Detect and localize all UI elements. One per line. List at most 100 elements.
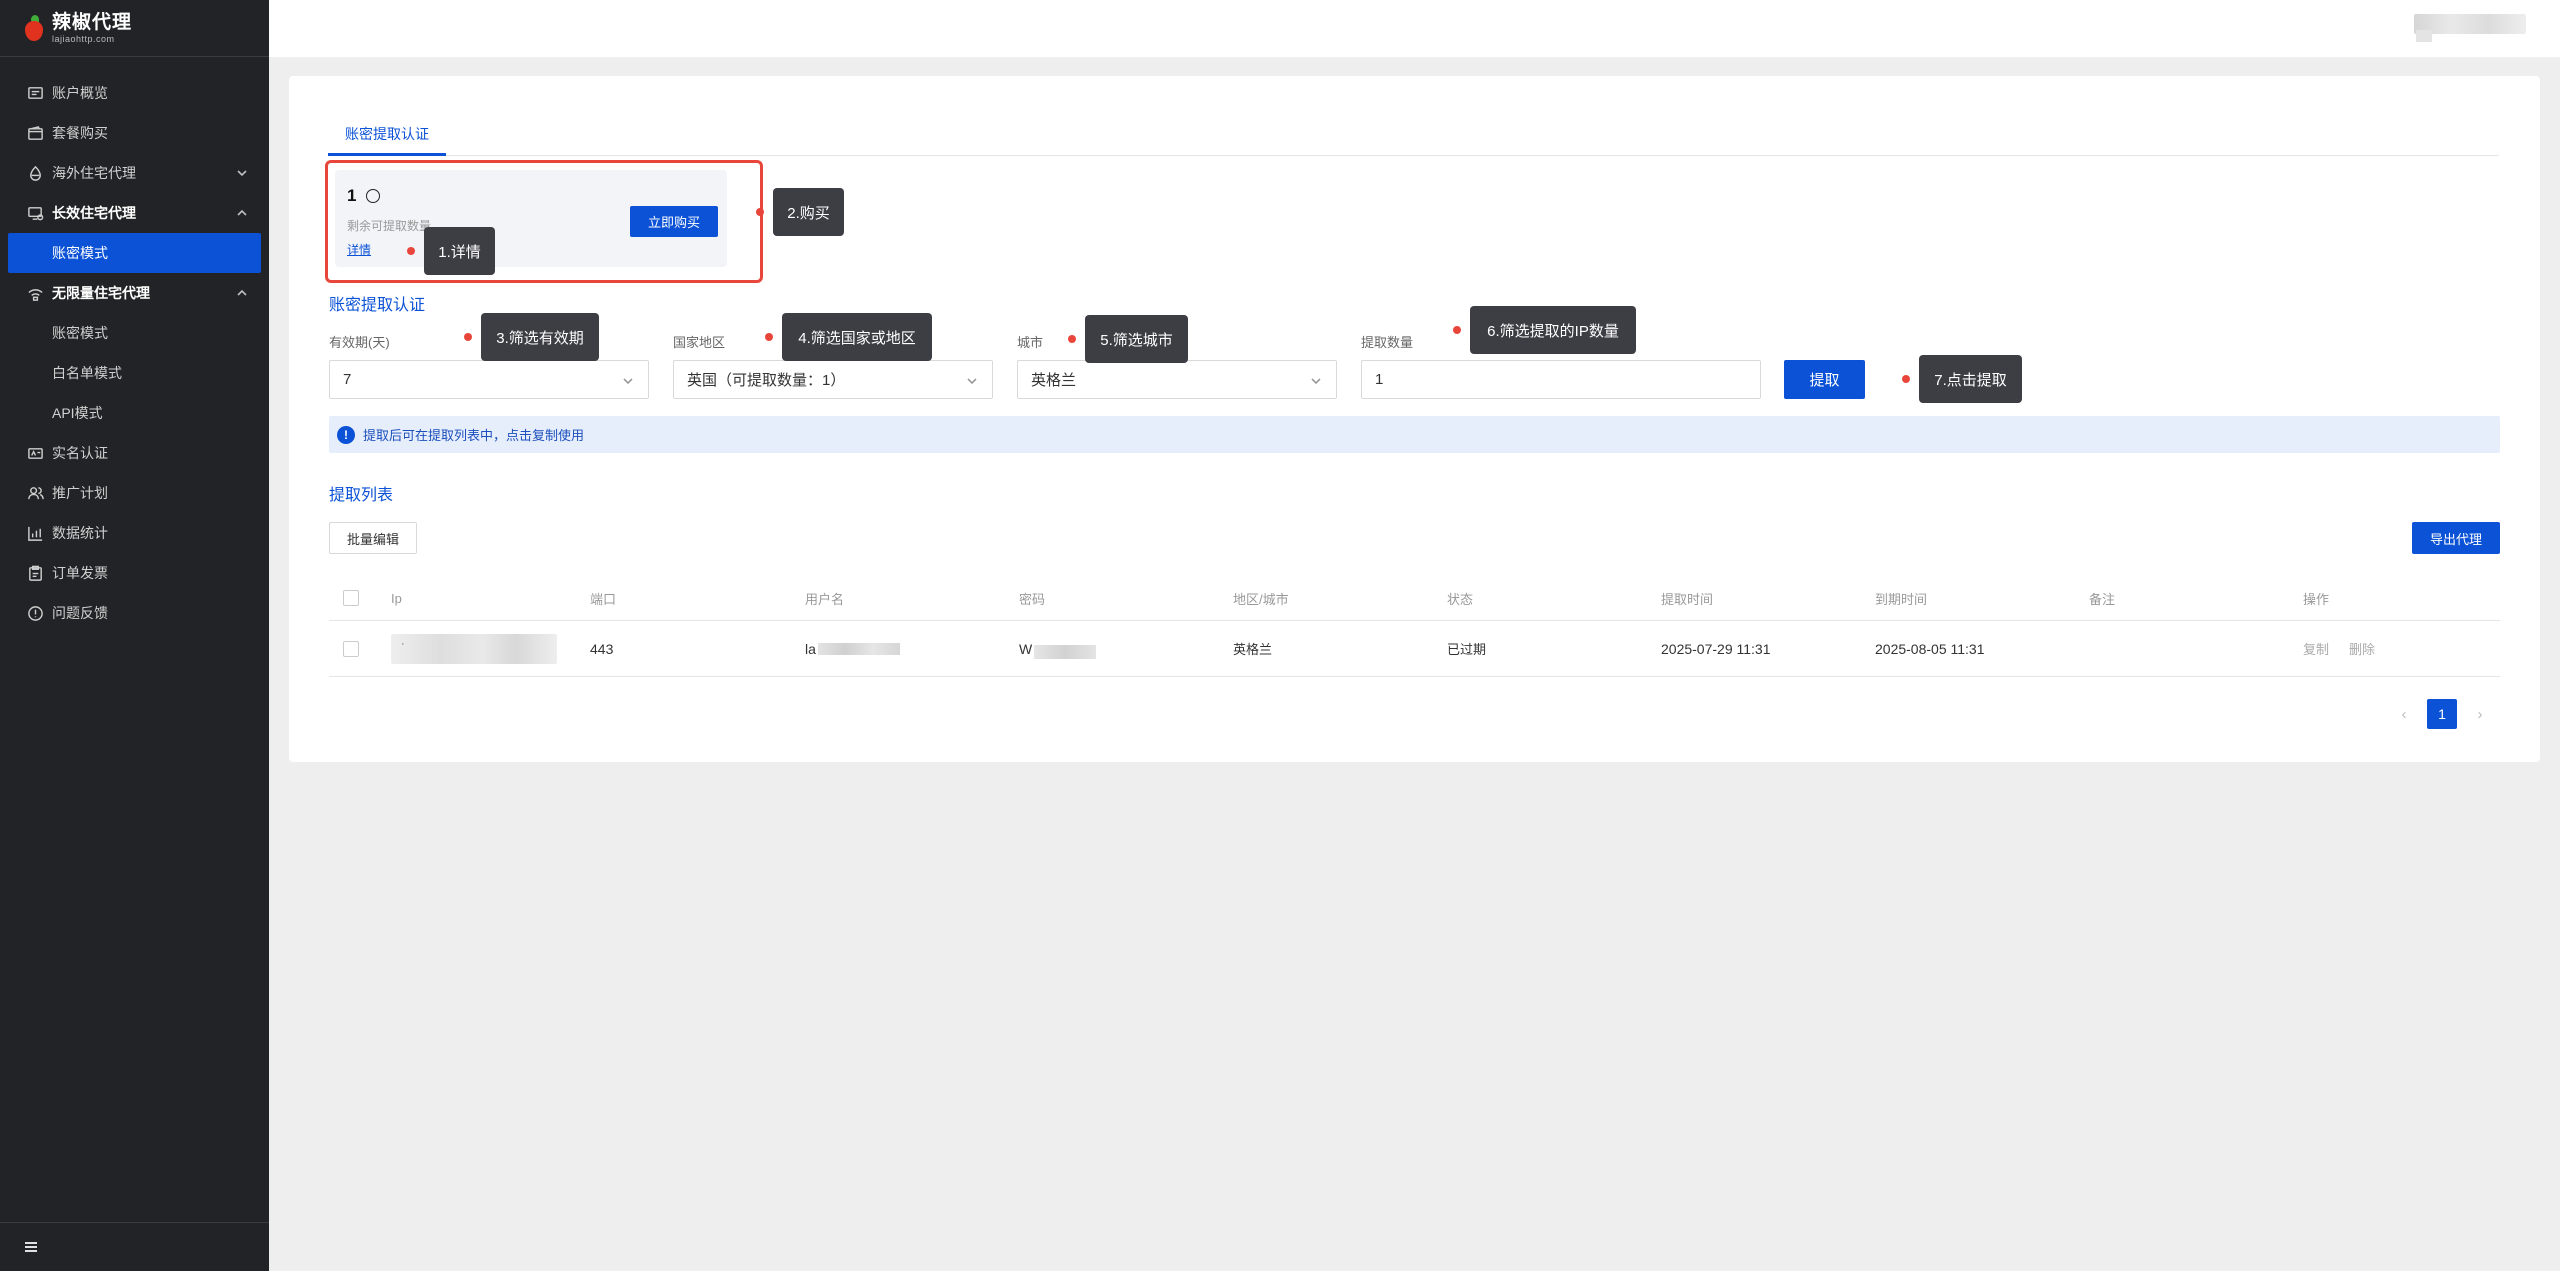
collapse-menu-button[interactable] xyxy=(0,1222,269,1271)
col-actions: 操作 xyxy=(2303,591,2330,607)
bar-chart-icon xyxy=(26,524,44,542)
chevron-down-icon xyxy=(966,374,978,386)
extract-table: Ip 端口 用户名 密码 地区/城市 状态 提取时间 到期时间 备注 操作 · … xyxy=(329,576,2500,677)
sidebar-menu: 账户概览 套餐购买 海外住宅代理 长效住宅代理 账密模式 无限量住宅代理 账密模… xyxy=(0,57,269,633)
alert-icon xyxy=(26,604,44,622)
sidebar-item-unlimited-residential[interactable]: 无限量住宅代理 xyxy=(0,273,269,313)
col-port: 端口 xyxy=(590,591,617,607)
select-all-checkbox[interactable] xyxy=(343,590,359,606)
chevron-down-icon xyxy=(235,166,249,180)
info-text: 提取后可在提取列表中，点击复制使用 xyxy=(363,428,585,443)
chevron-up-icon xyxy=(235,206,249,220)
sidebar-item-label: 套餐购买 xyxy=(52,125,108,141)
quota-panel: 1 剩余可提取数量 详情 立即购买 xyxy=(335,170,727,267)
country-value: 英国（可提取数量：1） xyxy=(687,372,846,389)
ip-value[interactable]: · xyxy=(391,633,557,664)
detail-link[interactable]: 详情 xyxy=(347,241,371,258)
id-card-icon xyxy=(26,444,44,462)
sidebar-item-label: 白名单模式 xyxy=(52,365,122,381)
quantity-label: 提取数量 xyxy=(1361,335,1414,350)
hamburger-icon xyxy=(25,1242,37,1252)
city-select[interactable]: 英格兰 xyxy=(1017,360,1337,399)
table-header: Ip 端口 用户名 密码 地区/城市 状态 提取时间 到期时间 备注 操作 xyxy=(329,576,2500,621)
refresh-icon[interactable] xyxy=(366,189,381,203)
col-status: 状态 xyxy=(1447,591,1474,607)
page-1-button[interactable]: 1 xyxy=(2427,699,2457,729)
extract-button[interactable]: 提取 xyxy=(1784,360,1865,399)
password-value: W xyxy=(1019,621,1097,676)
annotation-country: 4.筛选国家或地区 xyxy=(782,313,932,361)
sidebar-item-api-mode[interactable]: API模式 xyxy=(0,393,269,433)
delete-link[interactable]: 删除 xyxy=(2349,639,2375,658)
col-region: 地区/城市 xyxy=(1233,591,1289,607)
region-value: 英格兰 xyxy=(1233,642,1273,657)
chevron-down-icon xyxy=(622,374,634,386)
col-expire-time: 到期时间 xyxy=(1875,591,1928,607)
sidebar-item-label: 问题反馈 xyxy=(52,605,108,621)
username-value: la xyxy=(805,621,900,676)
sidebar-item-long-term-residential[interactable]: 长效住宅代理 xyxy=(0,193,269,233)
city-label: 城市 xyxy=(1017,335,1044,350)
annotation-extract: 7.点击提取 xyxy=(1919,355,2022,403)
user-account-avatar[interactable] xyxy=(2416,30,2432,42)
sidebar-item-label: 无限量住宅代理 xyxy=(52,285,150,301)
annotation-dot xyxy=(407,247,415,255)
export-proxy-button[interactable]: 导出代理 xyxy=(2412,522,2500,554)
sidebar-item-label: 海外住宅代理 xyxy=(52,165,136,181)
validity-select[interactable]: 7 xyxy=(329,360,649,399)
signal-icon xyxy=(26,284,44,302)
info-alert: ! 提取后可在提取列表中，点击复制使用 xyxy=(329,416,2500,453)
sidebar-item-label: 账密模式 xyxy=(52,325,108,341)
sidebar-item-statistics[interactable]: 数据统计 xyxy=(0,513,269,553)
sidebar-item-whitelist-mode[interactable]: 白名单模式 xyxy=(0,353,269,393)
next-page-button[interactable]: › xyxy=(2465,699,2495,729)
chevron-down-icon xyxy=(1310,374,1322,386)
country-select[interactable]: 英国（可提取数量：1） xyxy=(673,360,993,399)
validity-label: 有效期(天) xyxy=(329,335,390,350)
buy-now-button[interactable]: 立即购买 xyxy=(630,206,718,237)
brand-domain: lajiaohttp.com xyxy=(52,33,115,44)
sidebar-item-label: 实名认证 xyxy=(52,445,108,461)
globe-icon xyxy=(26,164,44,182)
row-checkbox[interactable] xyxy=(343,640,359,657)
sidebar-item-long-term-password-mode[interactable]: 账密模式 xyxy=(8,233,261,273)
sidebar-item-orders-invoices[interactable]: 订单发票 xyxy=(0,553,269,593)
tab-bar: 账密提取认证 xyxy=(328,114,2499,156)
users-icon xyxy=(26,484,44,502)
extract-section-title: 账密提取认证 xyxy=(329,297,426,314)
quantity-input[interactable]: 1 xyxy=(1361,360,1761,399)
city-value: 英格兰 xyxy=(1031,372,1077,389)
sidebar-item-package-purchase[interactable]: 套餐购买 xyxy=(0,113,269,153)
chevron-up-icon xyxy=(235,286,249,300)
copy-link[interactable]: 复制 xyxy=(2303,639,2329,658)
col-note: 备注 xyxy=(2089,591,2116,607)
dashboard-icon xyxy=(26,84,44,102)
sidebar-item-referral-plan[interactable]: 推广计划 xyxy=(0,473,269,513)
wallet-icon xyxy=(26,124,44,142)
list-section-title: 提取列表 xyxy=(329,487,394,504)
col-ip: Ip xyxy=(391,590,402,606)
batch-edit-button[interactable]: 批量编辑 xyxy=(329,522,417,554)
sidebar-item-real-name-auth[interactable]: 实名认证 xyxy=(0,433,269,473)
sidebar-item-label: 数据统计 xyxy=(52,525,108,541)
sidebar-item-account-overview[interactable]: 账户概览 xyxy=(0,73,269,113)
sidebar-item-label: API模式 xyxy=(52,405,103,421)
sidebar-item-unlimited-password-mode[interactable]: 账密模式 xyxy=(0,313,269,353)
table-row: · 443 la W 英格兰 已过期 2025-07-29 11:31 2025… xyxy=(329,621,2500,677)
sidebar-item-overseas-residential[interactable]: 海外住宅代理 xyxy=(0,153,269,193)
sidebar-item-label: 账户概览 xyxy=(52,85,108,101)
brand-name: 辣椒代理 xyxy=(52,11,133,33)
tab-password-extract[interactable]: 账密提取认证 xyxy=(328,114,446,156)
annotation-city: 5.筛选城市 xyxy=(1085,315,1188,363)
col-password: 密码 xyxy=(1019,591,1046,607)
remaining-count: 1 xyxy=(347,186,381,206)
col-username: 用户名 xyxy=(805,591,845,607)
brand-logo[interactable]: 辣椒代理 lajiaohttp.com xyxy=(0,0,269,57)
sidebar: 辣椒代理 lajiaohttp.com 账户概览 套餐购买 海外住宅代理 长效住… xyxy=(0,0,269,1271)
sidebar-item-feedback[interactable]: 问题反馈 xyxy=(0,593,269,633)
prev-page-button[interactable]: ‹ xyxy=(2389,699,2419,729)
annotation-detail: 1.详情 xyxy=(424,227,495,275)
clipboard-icon xyxy=(26,564,44,582)
sidebar-item-label: 推广计划 xyxy=(52,485,108,501)
extract-time-value: 2025-07-29 11:31 xyxy=(1661,640,1771,657)
